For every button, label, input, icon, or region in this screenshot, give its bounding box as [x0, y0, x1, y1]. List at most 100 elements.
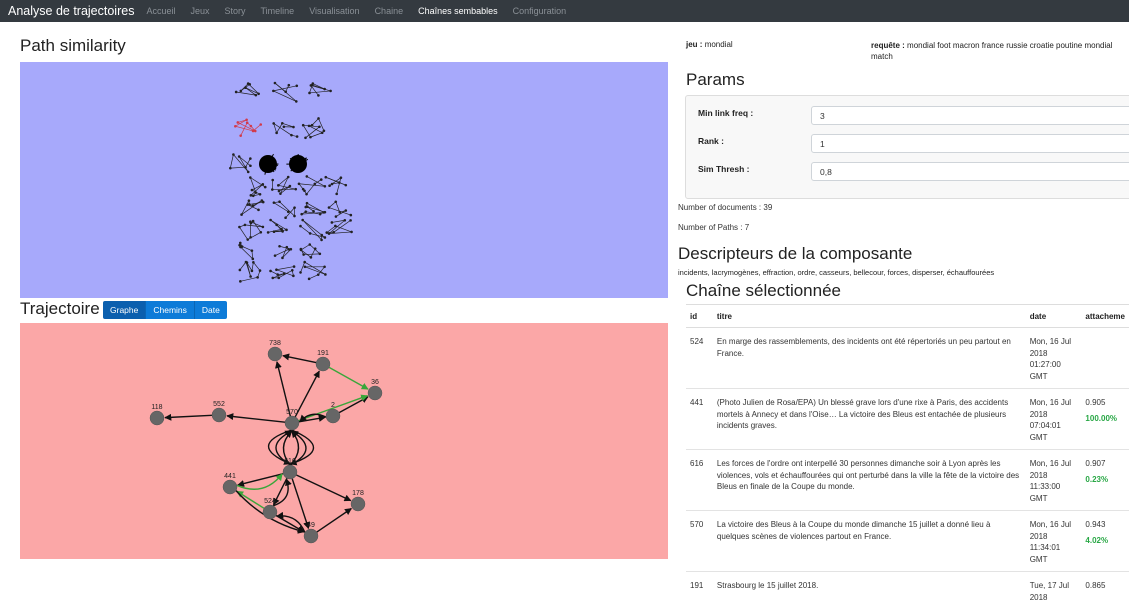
cell-pct: 4.02% [1085, 535, 1125, 547]
path-similarity-panel[interactable] [20, 62, 668, 298]
cell-attachement [1081, 328, 1129, 389]
path-similarity-glyphs[interactable] [20, 62, 668, 298]
similar-path-glyph[interactable] [286, 154, 307, 173]
similar-path-glyph[interactable] [324, 176, 347, 195]
graph-node-label: 616 [284, 458, 296, 465]
graph-node[interactable]: 570 [285, 409, 299, 430]
nav-item-chaine[interactable]: Chaine [375, 6, 404, 16]
graph-node-label: 178 [352, 490, 364, 497]
similar-path-glyph[interactable] [269, 265, 295, 279]
table-row[interactable]: 441 (Photo Julien de Rosa/EPA) Un blessé… [686, 389, 1129, 450]
graph-node[interactable]: 441 [223, 473, 237, 494]
nav-item-configuration[interactable]: Configuration [513, 6, 567, 16]
similar-path-glyph[interactable] [300, 202, 326, 216]
graph-node-label: 118 [151, 404, 162, 411]
sim-thresh-label: Sim Thresh : [698, 164, 749, 174]
graph-node[interactable]: 2 [326, 402, 340, 423]
graph-node[interactable]: 738 [268, 340, 282, 361]
similar-path-glyph[interactable] [299, 261, 326, 280]
graph-node-label: 49 [307, 522, 315, 529]
cell-pct: 0.23% [1085, 474, 1125, 486]
table-row[interactable]: 570 La victoire des Bleus à la Coupe du … [686, 511, 1129, 572]
graph-node-label: 441 [224, 473, 236, 480]
table-row[interactable]: 191 Strasbourg le 15 juillet 2018. Tue, … [686, 572, 1129, 609]
graph-node[interactable]: 118 [150, 404, 164, 425]
table-row[interactable]: 616 Les forces de l'ordre ont interpellé… [686, 450, 1129, 511]
similar-path-glyph[interactable] [274, 245, 292, 259]
graph-node-label: 36 [371, 379, 379, 386]
sim-thresh-input[interactable] [811, 162, 1129, 181]
similar-path-glyph[interactable] [235, 82, 260, 96]
graph-node[interactable]: 178 [351, 490, 365, 511]
graph-node-label: 2 [331, 402, 335, 409]
navbar-brand[interactable]: Analyse de trajectoires [8, 4, 134, 18]
top-navbar: Analyse de trajectoires Accueil Jeux Sto… [0, 0, 1129, 22]
similar-path-glyph[interactable] [325, 219, 352, 235]
table-row[interactable]: 524 En marge des rassemblements, des inc… [686, 328, 1129, 389]
graph-node-label: 191 [317, 350, 329, 357]
similar-path-glyph[interactable] [267, 219, 288, 234]
graph-node[interactable]: 36 [368, 379, 382, 400]
trajectoire-title: Trajectoire [20, 299, 100, 319]
graph-edge [292, 479, 308, 529]
column-header-attachement[interactable]: attacheme [1081, 305, 1129, 328]
similar-path-glyph[interactable] [259, 154, 278, 175]
similar-path-glyph[interactable] [234, 119, 262, 137]
graphe-button[interactable]: Graphe [103, 301, 146, 319]
rank-input[interactable] [811, 134, 1129, 153]
similar-path-glyph[interactable] [299, 219, 326, 241]
cell-date: Mon, 16 Jul 2018 01:27:00 GMT [1026, 328, 1082, 389]
cell-titre: Les forces de l'ordre ont interpellé 30 … [713, 450, 1026, 511]
graph-edge [296, 475, 350, 501]
chemins-button[interactable]: Chemins [146, 301, 195, 319]
nav-item-timeline[interactable]: Timeline [261, 6, 295, 16]
similar-path-glyph[interactable] [238, 242, 254, 261]
similar-path-glyph[interactable] [273, 200, 296, 219]
cell-id: 570 [686, 511, 713, 572]
cell-date: Mon, 16 Jul 2018 07:04:01 GMT [1026, 389, 1082, 450]
min-link-freq-input[interactable] [811, 106, 1129, 125]
similar-path-glyph[interactable] [239, 261, 262, 283]
similar-path-glyph[interactable] [272, 82, 298, 103]
cell-attachement: 0.865 [1081, 572, 1129, 609]
similar-path-glyph[interactable] [308, 82, 332, 96]
nav-item-story[interactable]: Story [224, 6, 245, 16]
cell-titre: (Photo Julien de Rosa/EPA) Un blessé gra… [713, 389, 1026, 450]
similar-path-glyph[interactable] [240, 199, 264, 216]
graph-node[interactable]: 616 [283, 458, 297, 479]
similar-path-glyph[interactable] [272, 122, 298, 138]
nav-item-jeux[interactable]: Jeux [190, 6, 209, 16]
graph-node[interactable]: 191 [316, 350, 330, 371]
cell-score: 0.907 [1085, 459, 1105, 468]
graph-node[interactable]: 524 [263, 498, 277, 519]
cell-date: Tue, 17 Jul 2018 [1026, 572, 1082, 609]
column-header-titre[interactable]: titre [713, 305, 1026, 328]
trajectoire-graph[interactable]: 738 191 36 118 552 570 2 616 441 178 524 49 [20, 323, 668, 559]
view-toggle-group: Graphe Chemins Date [103, 301, 227, 319]
trajectoire-graph-panel[interactable]: 738 191 36 118 552 570 2 616 441 178 524 49 [20, 323, 668, 559]
requete-value: mondial foot macron france russie croati… [871, 41, 1112, 61]
graph-edge [317, 509, 352, 533]
nav-item-accueil[interactable]: Accueil [146, 6, 175, 16]
cell-titre: La victoire des Bleus à la Coupe du mond… [713, 511, 1026, 572]
similar-path-glyph[interactable] [302, 117, 325, 139]
similar-path-glyph[interactable] [229, 153, 252, 173]
column-header-id[interactable]: id [686, 305, 713, 328]
date-button[interactable]: Date [195, 301, 227, 319]
similar-path-glyph[interactable] [238, 220, 264, 241]
similar-path-glyph[interactable] [328, 200, 352, 217]
similar-path-glyph[interactable] [298, 175, 326, 195]
similar-path-glyph[interactable] [249, 176, 267, 197]
graph-node[interactable]: 552 [212, 401, 226, 422]
graph-node[interactable]: 49 [304, 522, 318, 543]
similar-path-glyph[interactable] [271, 176, 297, 195]
cell-attachement: 0.9434.02% [1081, 511, 1129, 572]
cell-id: 524 [686, 328, 713, 389]
cell-attachement: 0.907 0.23% [1081, 450, 1129, 511]
similar-path-glyph[interactable] [300, 243, 322, 258]
column-header-date[interactable]: date [1026, 305, 1082, 328]
nav-item-chaines-sembables[interactable]: Chaînes sembables [418, 6, 498, 16]
chain-table-header: id titre date attacheme [686, 305, 1129, 328]
params-title: Params [686, 70, 745, 90]
nav-item-visualisation[interactable]: Visualisation [309, 6, 359, 16]
